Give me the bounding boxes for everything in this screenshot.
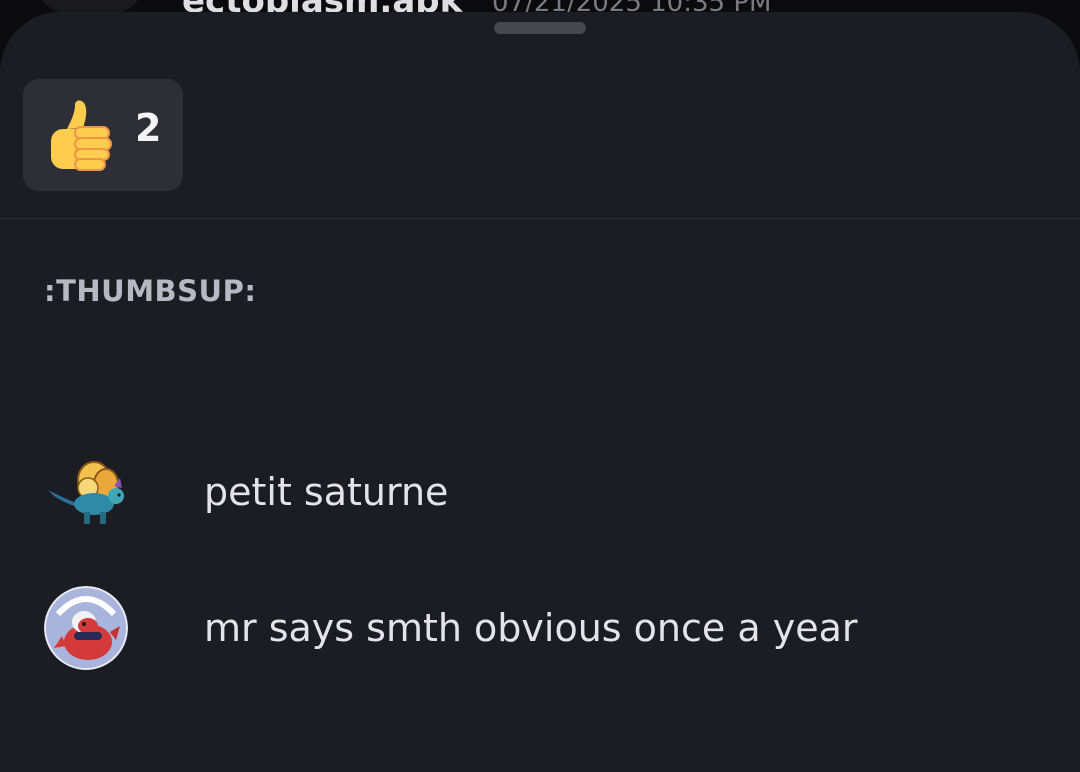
reaction-count: 2 xyxy=(135,106,162,150)
reaction-tab-thumbsup[interactable]: 2 xyxy=(23,79,183,191)
dragon-butterfly-avatar xyxy=(44,450,128,534)
reactor-username: mr says smth obvious once a year xyxy=(204,606,858,650)
drag-handle[interactable] xyxy=(494,22,586,34)
reactions-bottom-sheet: 2 :THUMBSUP: petit saturne mr says smth … xyxy=(0,12,1080,772)
reactor-username: petit saturne xyxy=(204,470,449,514)
divider xyxy=(0,218,1080,219)
reactor-row-1[interactable]: petit saturne xyxy=(0,442,1080,542)
red-character-avatar xyxy=(44,586,128,670)
thumbs-up-icon xyxy=(51,100,112,171)
reactor-row-2[interactable]: mr says smth obvious once a year xyxy=(0,578,1080,678)
emoji-name-label: :THUMBSUP: xyxy=(44,274,257,308)
